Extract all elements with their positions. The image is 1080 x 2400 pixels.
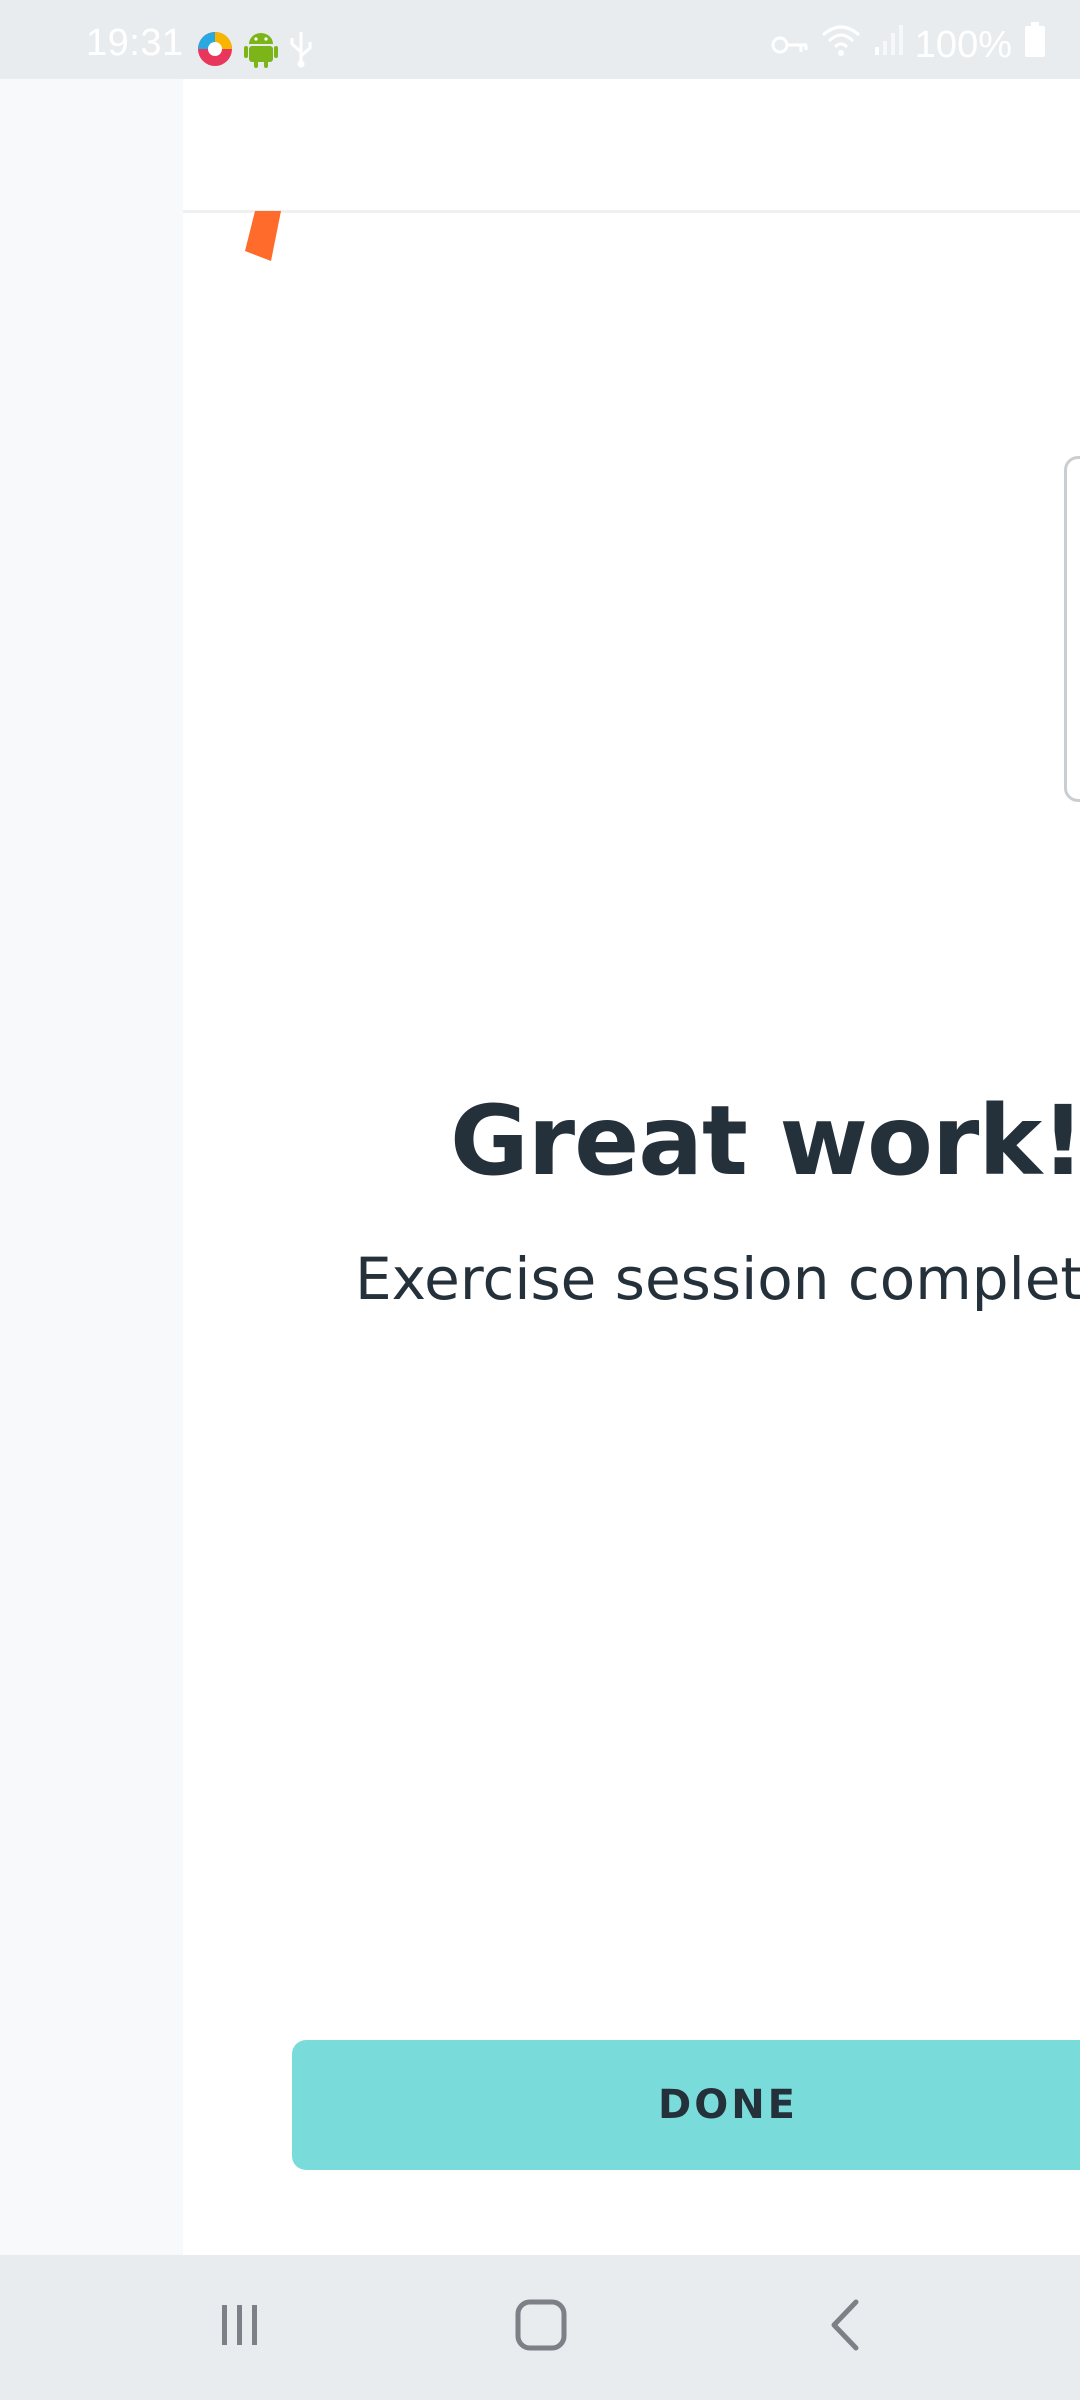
battery-text: 100% [914,23,1012,66]
back-button[interactable] [764,2255,924,2400]
app-notification-icon [196,30,234,73]
status-bar: 19:31 100% [0,0,1080,79]
recent-apps-button[interactable] [160,2255,320,2400]
signal-icon [873,23,903,67]
side-panel [0,79,183,2255]
confetti-decoration [245,211,281,261]
status-left-icons [196,30,314,73]
android-icon [244,30,278,73]
home-button[interactable] [461,2255,621,2400]
usb-icon [288,30,314,73]
page-title: Great work! [450,1085,1080,1197]
battery-icon [1024,22,1046,68]
vpn-key-icon [771,24,809,67]
system-navigation-bar [0,2255,1080,2400]
session-complete-text: Exercise session complete [355,1245,1080,1313]
recent-apps-icon [216,2301,264,2354]
partial-card [1064,456,1080,802]
status-time: 19:31 [86,22,184,64]
status-right-icons: 100% [771,22,1046,68]
wifi-icon [821,23,861,67]
header-bar [183,79,1080,213]
done-button-label: DONE [658,2082,799,2128]
app-screen: 19:31 100% Great work! Exercise session … [0,0,1080,2400]
home-icon [514,2298,568,2357]
done-button[interactable]: DONE [292,2040,1080,2170]
back-icon [824,2298,864,2357]
